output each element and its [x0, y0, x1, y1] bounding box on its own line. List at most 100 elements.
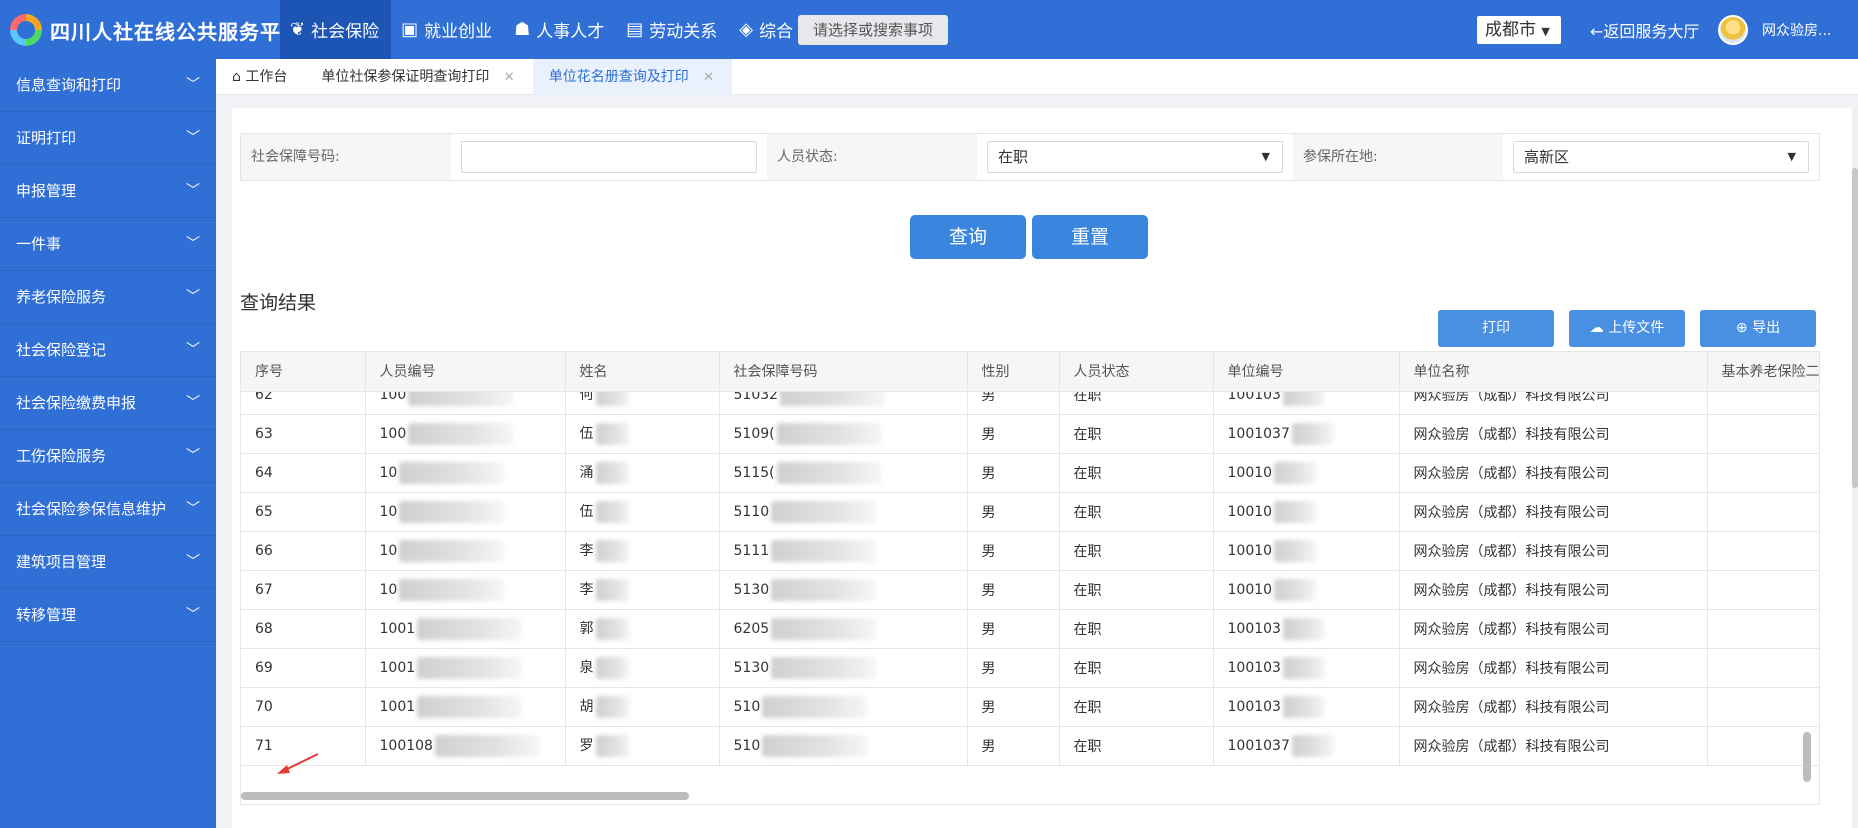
cell-text: 10	[379, 582, 398, 598]
table-horizontal-scrollbar[interactable]	[241, 792, 1819, 800]
cell-text: 网众验房（成都）科技有限公司	[1413, 622, 1610, 638]
name-cell: 李	[565, 570, 720, 610]
city-select[interactable]: 成都市 ▼	[1477, 16, 1561, 44]
table-row[interactable]: 63 100 伍 5109(男 在职 1001037 网众验房（成都）科技有限公司	[241, 414, 1819, 454]
cell-text: 100103	[1227, 660, 1281, 676]
page-scrollbar[interactable]	[1852, 108, 1858, 828]
nav-item-social-insurance[interactable]: ❦ 社会保险	[280, 0, 392, 59]
platform-logo-icon	[10, 14, 42, 46]
sidebar-item-work-injury[interactable]: 工伤保险服务 ﹀	[0, 430, 216, 483]
filter-form: 社会保障号码: 人员状态: 在职 ▼ 参保所在地: 高新区 ▼	[240, 133, 1820, 181]
upload-file-button[interactable]: ☁ 上传文件	[1569, 310, 1685, 347]
name-cell: 何	[565, 391, 720, 415]
table-row[interactable]: 62 100 何 51032 男 在职 100103 网众验房（成都）科技有限公司	[241, 391, 1819, 415]
sidebar-item-pension[interactable]: 养老保险服务 ﹀	[0, 271, 216, 324]
sidebar-item-registration[interactable]: 社会保险登记 ﹀	[0, 324, 216, 377]
ssn-input[interactable]	[461, 141, 757, 173]
sidebar-item-payment-declaration[interactable]: 社会保险缴费申报 ﹀	[0, 377, 216, 430]
table-vertical-scrollbar[interactable]	[1803, 392, 1811, 792]
tab-insurance-certificate[interactable]: 单位社保参保证明查询打印 ✕	[305, 59, 532, 95]
sidebar-item-label: 申报管理	[16, 182, 77, 200]
unit-name-cell: 网众验房（成都）科技有限公司	[1399, 609, 1708, 649]
location-select[interactable]: 高新区 ▼	[1513, 141, 1809, 173]
cell-text: 网众验房（成都）科技有限公司	[1413, 427, 1610, 443]
sidebar-item-info-query[interactable]: 信息查询和打印 ﹀	[0, 59, 216, 112]
status-cell: 在职	[1059, 609, 1214, 649]
nav-item-employment[interactable]: ▣ 就业创业	[391, 0, 504, 59]
person-id-cell: 100108	[365, 726, 566, 766]
table-row[interactable]: 69 1001 泉 5130 男 在职 100103 网众验房（成都）科技有限公司	[241, 648, 1819, 688]
query-button[interactable]: 查询	[910, 215, 1026, 259]
table-row[interactable]: 64 10 涌 5115(男 在职 10010 网众验房（成都）科技有限公司	[241, 453, 1819, 493]
reset-button[interactable]: 重置	[1032, 215, 1148, 259]
column-header: 基本养老保险二	[1707, 352, 1819, 392]
sex-cell: 男	[967, 726, 1060, 766]
scrollbar-thumb[interactable]	[1852, 168, 1858, 488]
cell-text: 65	[255, 504, 273, 520]
table-row[interactable]: 70 1001 胡 510 男 在职 100103 网众验房（成都）科技有限公司	[241, 687, 1819, 727]
sex-cell: 男	[967, 648, 1060, 688]
table-row[interactable]: 66 10 李 5111 男 在职 10010 网众验房（成都）科技有限公司	[241, 531, 1819, 571]
tab-roster-query[interactable]: 单位花名册查询及打印 ✕	[532, 59, 733, 95]
user-name[interactable]: 网众验房...	[1762, 20, 1831, 40]
redaction-blur	[771, 540, 877, 562]
unit-name-cell: 网众验房（成都）科技有限公司	[1399, 648, 1708, 688]
cell-text: 66	[255, 543, 273, 559]
close-icon[interactable]: ✕	[703, 70, 714, 85]
sidebar-item-label: 社会保险缴费申报	[16, 394, 137, 412]
sidebar-item-one-thing[interactable]: 一件事 ﹀	[0, 218, 216, 271]
cell-text: 69	[255, 660, 273, 676]
unit-name-cell: 网众验房（成都）科技有限公司	[1399, 531, 1708, 571]
seq-cell: 63	[241, 414, 366, 454]
cell-text: 李	[579, 543, 594, 559]
sidebar-item-certificate-print[interactable]: 证明打印 ﹀	[0, 112, 216, 165]
table-row[interactable]: 71 100108 罗 510 男 在职 1001037 网众验房（成都）科技有限公司	[241, 726, 1819, 766]
status-cell: 在职	[1059, 414, 1214, 454]
print-button[interactable]: 打印	[1438, 310, 1554, 347]
table-row[interactable]: 67 10 李 5130 男 在职 10010 网众验房（成都）科技有限公司	[241, 570, 1819, 610]
scrollbar-thumb[interactable]	[241, 792, 689, 800]
caret-down-icon: ▼	[1541, 25, 1550, 38]
top-search-input[interactable]: 请选择或搜索事项	[798, 15, 948, 45]
sex-cell: 男	[967, 414, 1060, 454]
nav-item-comprehensive[interactable]: ◈ 综合	[729, 0, 805, 59]
cell-text: 伍	[579, 504, 594, 520]
unit-name-cell: 网众验房（成都）科技有限公司	[1399, 726, 1708, 766]
table-row[interactable]: 65 10 伍 5110 男 在职 10010 网众验房（成都）科技有限公司	[241, 492, 1819, 532]
cell-text: 70	[255, 699, 273, 715]
avatar[interactable]	[1718, 15, 1748, 45]
cell-text: 100	[379, 426, 407, 442]
ssn-cell: 5130	[719, 570, 968, 610]
redaction-blur	[1282, 391, 1325, 406]
chevron-down-icon: ﹀	[186, 501, 200, 517]
redaction-blur	[762, 735, 868, 757]
sidebar-item-construction[interactable]: 建筑项目管理 ﹀	[0, 536, 216, 589]
name-cell: 李	[565, 531, 720, 571]
export-button[interactable]: ⊕ 导出	[1700, 310, 1816, 347]
redaction-blur	[595, 391, 630, 406]
back-to-hall-link[interactable]: ←返回服务大厅	[1590, 18, 1699, 42]
sidebar-item-declaration[interactable]: 申报管理 ﹀	[0, 165, 216, 218]
redaction-blur	[776, 423, 882, 445]
tab-label: 工作台	[245, 69, 288, 85]
status-select[interactable]: 在职 ▼	[987, 141, 1283, 173]
nav-item-personnel[interactable]: ☗ 人事人才	[504, 0, 616, 59]
tab-workbench[interactable]: ⌂ 工作台	[216, 59, 305, 95]
redaction-blur	[771, 618, 877, 640]
sidebar-item-transfer[interactable]: 转移管理 ﹀	[0, 589, 216, 642]
close-icon[interactable]: ✕	[504, 70, 515, 85]
seq-cell: 62	[241, 391, 366, 415]
column-header: 人员状态	[1059, 352, 1214, 392]
ssn-cell: 5115(	[719, 453, 968, 493]
cell-text: 5115(	[733, 465, 775, 481]
chevron-down-icon: ﹀	[186, 236, 200, 252]
nav-item-labor-relations[interactable]: ▤ 劳动关系	[616, 0, 729, 59]
table-row[interactable]: 68 1001 郭 6205 男 在职 100103 网众验房（成都）科技有限公司	[241, 609, 1819, 649]
people-icon: ☗	[514, 19, 531, 40]
cell-text: 李	[579, 582, 594, 598]
table-body-scroll[interactable]: 62 100 何 51032 男在职 100103 网众验房（成都）科技有限公司 63 100 伍…	[241, 391, 1819, 805]
ssn-label: 社会保障号码:	[241, 134, 451, 180]
redaction-blur	[1274, 579, 1317, 601]
scrollbar-thumb[interactable]	[1803, 732, 1811, 782]
sidebar-item-info-maintenance[interactable]: 社会保险参保信息维护 ﹀	[0, 483, 216, 536]
